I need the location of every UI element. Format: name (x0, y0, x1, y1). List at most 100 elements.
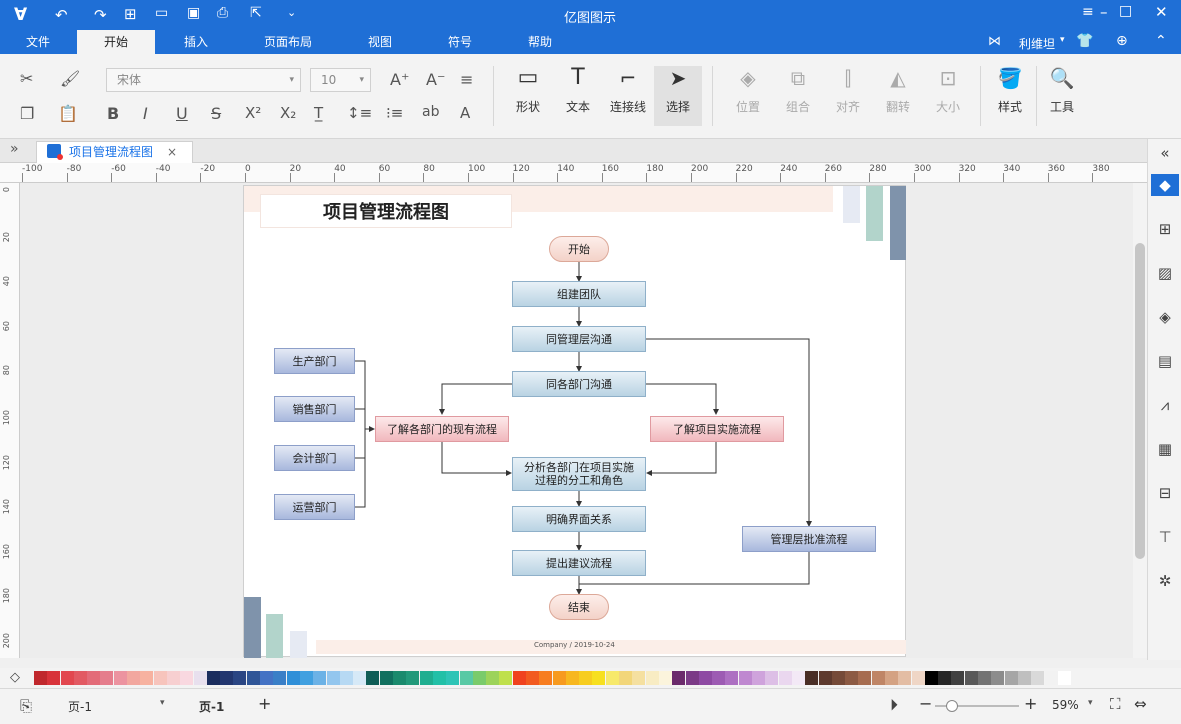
color-swatch[interactable] (459, 671, 473, 685)
shape-library-icon[interactable]: ⊞ (1154, 218, 1176, 240)
color-swatch[interactable] (685, 671, 699, 685)
tools-button[interactable]: 🔍 工具 (1040, 66, 1084, 126)
tab-insert[interactable]: 插入 (172, 30, 220, 54)
color-swatch[interactable] (805, 671, 819, 685)
connector-button[interactable]: ⌐ 连接线 (604, 66, 652, 126)
color-swatch[interactable] (379, 671, 393, 685)
chevron-down-icon[interactable]: ▾ (1060, 35, 1065, 45)
presentation-icon[interactable]: ⊤ (1154, 526, 1176, 548)
mindmap-icon[interactable]: ✲ (1154, 570, 1176, 592)
bullet-list-icon[interactable]: ⁝≡ (386, 104, 403, 122)
add-page-button[interactable]: + (258, 694, 271, 713)
color-swatch[interactable] (1004, 671, 1018, 685)
select-button[interactable]: ➤ 选择 (654, 66, 702, 126)
production-dept-node[interactable]: 生产部门 (274, 348, 355, 374)
color-swatch[interactable] (978, 671, 992, 685)
horizontal-ruler[interactable]: -100 -80 -60 -40 -20 0 20 40 60 80 100 120 140 160 180… (0, 163, 1147, 183)
zoom-slider[interactable] (935, 700, 1019, 712)
color-swatch[interactable] (738, 671, 752, 685)
end-node[interactable]: 结束 (549, 594, 609, 620)
color-swatch[interactable] (1057, 671, 1071, 685)
tab-file[interactable]: 文件 (14, 30, 62, 54)
color-swatch[interactable] (313, 671, 327, 685)
fit-width-icon[interactable]: ⇔ (1134, 695, 1147, 713)
save-icon[interactable]: ▣ (187, 5, 200, 21)
color-swatch[interactable] (672, 671, 686, 685)
color-swatch[interactable] (339, 671, 353, 685)
color-swatch[interactable] (432, 671, 446, 685)
management-communication-node[interactable]: 同管理层沟通 (512, 326, 646, 352)
text-format-icon[interactable]: T̲ (314, 104, 323, 122)
zoom-out-icon[interactable]: − (919, 694, 932, 713)
color-swatch[interactable] (34, 671, 47, 685)
drawing-page[interactable]: Company / 2019-10-24 项目管理流程图 开始 组建团队 同管理… (243, 185, 906, 658)
shrink-font-icon[interactable]: A⁻ (426, 70, 445, 89)
color-swatch[interactable] (393, 671, 407, 685)
chevron-down-icon[interactable]: ▾ (1088, 698, 1093, 708)
color-swatch[interactable] (778, 671, 792, 685)
print-icon[interactable]: ⎙ (217, 5, 228, 21)
color-swatch[interactable] (140, 671, 154, 685)
color-swatch[interactable] (472, 671, 486, 685)
apps-icon[interactable]: ⊕ (1116, 33, 1128, 49)
color-swatch[interactable] (898, 671, 912, 685)
color-swatch[interactable] (951, 671, 965, 685)
color-swatch[interactable] (486, 671, 500, 685)
color-swatch[interactable] (353, 671, 367, 685)
color-swatch[interactable] (645, 671, 659, 685)
color-swatch[interactable] (619, 671, 633, 685)
scrollbar-thumb[interactable] (1135, 243, 1145, 559)
color-swatch[interactable] (113, 671, 127, 685)
color-swatch[interactable] (845, 671, 859, 685)
color-swatch[interactable] (885, 671, 898, 685)
color-swatch[interactable] (605, 671, 619, 685)
color-swatch[interactable] (47, 671, 61, 685)
chart-icon[interactable]: ⩘ (1154, 394, 1176, 416)
shape-button[interactable]: ▭ 形状 (506, 66, 550, 126)
copy-icon[interactable]: ❐ (20, 104, 34, 123)
color-swatch[interactable] (220, 671, 234, 685)
italic-icon[interactable]: I (143, 104, 148, 123)
color-swatch[interactable] (246, 671, 260, 685)
close-tab-icon[interactable]: × (167, 142, 177, 162)
table-icon[interactable]: ▦ (1154, 438, 1176, 460)
color-swatch[interactable] (87, 671, 101, 685)
color-swatch[interactable] (579, 671, 593, 685)
color-swatch[interactable] (791, 671, 805, 685)
line-spacing-icon[interactable]: ↕≡ (347, 104, 372, 122)
color-swatch[interactable] (499, 671, 513, 685)
fill-style-icon[interactable]: ◆ (1151, 174, 1179, 196)
tab-home[interactable]: 开始 (77, 30, 155, 54)
color-swatch[interactable] (858, 671, 872, 685)
underline-icon[interactable]: U (176, 104, 188, 123)
format-painter-icon[interactable]: 🖌 (60, 69, 80, 88)
color-swatch[interactable] (871, 671, 885, 685)
flip-button[interactable]: ◭ 翻转 (876, 66, 920, 126)
page-panel-icon[interactable]: ⎘ (20, 697, 32, 715)
build-team-node[interactable]: 组建团队 (512, 281, 646, 307)
share-icon[interactable]: ⋈ (988, 34, 1001, 49)
cut-icon[interactable]: ✂ (20, 69, 33, 88)
fill-bucket-icon[interactable]: ◇ (10, 670, 20, 685)
color-swatch[interactable] (712, 671, 726, 685)
shirt-icon[interactable]: 👕 (1076, 33, 1093, 49)
color-swatch[interactable] (193, 671, 207, 685)
text-button[interactable]: T 文本 (556, 66, 600, 126)
customize-toolbar-icon[interactable]: ⌄ (287, 6, 296, 19)
font-family-select[interactable]: 宋体 ▾ (106, 68, 301, 92)
color-swatch[interactable] (725, 671, 739, 685)
color-swatch[interactable] (273, 671, 287, 685)
undo-icon[interactable]: ↶ (55, 6, 68, 24)
superscript-icon[interactable]: X² (245, 104, 261, 122)
color-swatch[interactable] (752, 671, 766, 685)
color-swatch[interactable] (166, 671, 180, 685)
hierarchy-icon[interactable]: ⊟ (1154, 482, 1176, 504)
fit-page-icon[interactable]: ⛶ (1110, 695, 1121, 713)
color-swatch[interactable] (153, 671, 167, 685)
color-swatch[interactable] (206, 671, 220, 685)
maximize-icon[interactable]: □ (1119, 3, 1132, 19)
color-swatch[interactable] (1017, 671, 1031, 685)
interface-relation-node[interactable]: 明确界面关系 (512, 506, 646, 532)
color-swatch[interactable] (911, 671, 925, 685)
new-icon[interactable]: ⊞ (124, 5, 137, 23)
